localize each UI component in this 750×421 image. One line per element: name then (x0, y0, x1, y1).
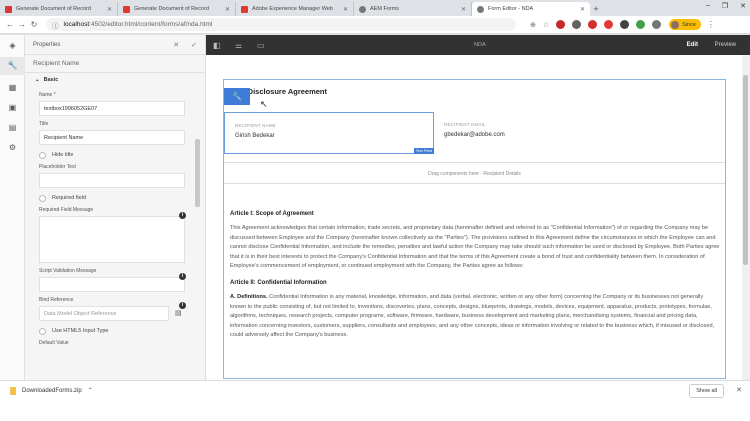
drop-zone[interactable]: Drag components here - Recipient Details (224, 162, 725, 184)
extension-icon[interactable] (620, 20, 630, 29)
checkmark-icon[interactable]: ✓ (191, 41, 197, 49)
info-icon[interactable]: i (179, 302, 186, 309)
reload-icon[interactable]: ↻ (28, 20, 40, 29)
agreement-text: Article I: Scope of Agreement This Agree… (230, 211, 720, 349)
profile-button[interactable]: Since (669, 19, 701, 30)
address-bar[interactable]: ⓘ localhost:4502/editor.html/content/for… (46, 18, 516, 31)
document-icon[interactable]: ▤ (8, 123, 17, 132)
settings-sliders-icon[interactable]: ⚌ (235, 41, 257, 50)
download-item[interactable]: DownloadedForms.zip (22, 388, 82, 394)
hide-title-checkbox[interactable]: Hide title (25, 151, 205, 159)
close-icon[interactable]: ✕ (173, 41, 179, 49)
close-tab-icon[interactable]: ✕ (225, 6, 230, 13)
avatar (671, 20, 680, 29)
canvas-scrollbar[interactable] (742, 55, 750, 380)
page-title: NDA (474, 42, 486, 48)
script-message-input[interactable] (39, 277, 185, 292)
info-icon[interactable]: i (179, 273, 186, 280)
browser-toolbar: ← → ↻ ⓘ localhost:4502/editor.html/conte… (0, 16, 750, 34)
required-field-checkbox[interactable]: Required field (25, 194, 205, 202)
title-input[interactable]: Recipient Name (39, 130, 185, 145)
properties-header: Properties ✕ ✓ (25, 35, 205, 55)
adobe-favicon-icon (241, 5, 248, 13)
side-rail: ◈ 🔧 ▦ ▣ ▤ ⚙ (0, 35, 25, 380)
globe-icon (359, 5, 366, 13)
name-input[interactable]: textbox1996052GE07 (39, 101, 185, 116)
close-tab-icon[interactable]: ✕ (343, 6, 348, 13)
extension-icon[interactable] (588, 20, 598, 29)
minimize-icon[interactable]: – (706, 2, 710, 10)
bottom-area (0, 400, 750, 421)
adobe-favicon-icon (5, 5, 12, 13)
editor-toolbar: ◧ ⚌ ▭ NDA Edit Preview (206, 35, 750, 55)
menu-kebab-icon[interactable]: ⋮ (707, 20, 715, 29)
window-controls: – ❐ ✕ (706, 2, 746, 10)
toggle-sidepanel-icon[interactable]: ◧ (213, 41, 235, 50)
bind-reference-input[interactable]: Data Model Object Reference (39, 306, 169, 321)
article2-heading: Article II: Confidential Information (230, 279, 327, 286)
preview-button[interactable]: Preview (715, 42, 736, 48)
layers-icon[interactable]: ◈ (8, 41, 17, 50)
data-model-icon[interactable]: ⚙ (8, 143, 17, 152)
browser-tab[interactable]: Adobe Experience Manager Web ✕ (236, 2, 354, 16)
placeholder-input[interactable] (39, 173, 185, 188)
properties-panel: Properties ✕ ✓ Recipient Name ⌄ Basic Nam… (25, 35, 206, 380)
extension-icon[interactable] (604, 20, 614, 29)
globe-icon (477, 5, 484, 13)
browser-tabstrip: Generate Document of Record ✕ Generate Do… (0, 0, 750, 16)
extension-icon[interactable] (572, 20, 582, 29)
forward-icon[interactable]: → (16, 20, 28, 29)
recipient-email-field[interactable]: RECIPIENT EMAIL gbedekar@adobe.com (434, 112, 726, 154)
article2-paragraph: A. Definitions. Confidential Information… (230, 293, 715, 339)
close-icon[interactable]: ✕ (736, 386, 742, 394)
html5-input-checkbox[interactable]: Use HTML5 Input Type (25, 327, 205, 335)
chevron-down-icon: ⌄ (35, 77, 40, 83)
maximize-icon[interactable]: ❐ (722, 2, 728, 10)
bookmark-star-icon[interactable]: ☆ (543, 21, 549, 29)
show-all-button[interactable]: Show all (689, 384, 724, 398)
extension-icon[interactable] (636, 20, 646, 29)
new-tab-button[interactable]: + (590, 2, 602, 16)
section-basic[interactable]: ⌄ Basic (25, 73, 205, 87)
browser-tab[interactable]: AEM Forms ✕ (354, 2, 472, 16)
emulator-icon[interactable]: ▭ (257, 41, 279, 50)
article1-paragraph: This Agreement acknowledges that certain… (230, 225, 720, 270)
components-icon[interactable]: ▦ (8, 83, 17, 92)
form-panel[interactable]: Non Disclosure Agreement 🔧 ↖ RECIPIENT N… (223, 79, 726, 379)
back-icon[interactable]: ← (4, 20, 16, 29)
browser-tab[interactable]: Generate Document of Record ✕ (0, 2, 118, 16)
form-canvas: Non Disclosure Agreement 🔧 ↖ RECIPIENT N… (206, 55, 742, 380)
component-type-badge: Text Field (413, 148, 434, 154)
wrench-icon[interactable]: 🔧 (0, 57, 25, 75)
properties-scrollbar[interactable] (195, 139, 200, 207)
recipient-name-field[interactable]: RECIPIENT NAME Girish Bedekar Text Field (224, 112, 434, 154)
configure-wrench-icon[interactable]: 🔧 (224, 88, 250, 105)
adobe-favicon-icon (123, 5, 130, 13)
extensions-puzzle-icon[interactable] (652, 20, 662, 29)
info-icon[interactable]: ⓘ (52, 20, 59, 30)
assets-icon[interactable]: ▣ (8, 103, 17, 112)
required-message-textarea[interactable] (39, 216, 185, 263)
chevron-up-icon[interactable]: ⌃ (88, 387, 93, 394)
browser-tab[interactable]: Generate Document of Record ✕ (118, 2, 236, 16)
browse-icon[interactable]: ▤ (175, 309, 185, 319)
close-tab-icon[interactable]: ✕ (580, 6, 585, 13)
info-icon[interactable]: i (179, 212, 186, 219)
close-window-icon[interactable]: ✕ (740, 2, 746, 10)
zip-file-icon (10, 386, 16, 395)
extension-icon[interactable] (556, 20, 566, 29)
zoom-icon[interactable]: ⊕ (530, 21, 536, 29)
downloads-bar: DownloadedForms.zip ⌃ Show all ✕ (0, 380, 750, 400)
article1-heading: Article I: Scope of Agreement (230, 211, 314, 217)
browser-tab-active[interactable]: Form Editor - NDA ✕ (472, 2, 590, 16)
mouse-cursor-icon: ↖ (260, 99, 268, 109)
edit-mode-button[interactable]: Edit (687, 42, 698, 48)
close-tab-icon[interactable]: ✕ (461, 6, 466, 13)
component-name: Recipient Name (25, 55, 205, 73)
close-tab-icon[interactable]: ✕ (107, 6, 112, 13)
